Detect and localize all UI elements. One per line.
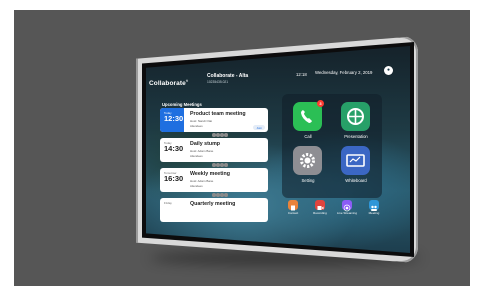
meeting-title: Weekly meeting bbox=[190, 171, 230, 177]
room-name: Collaborate - Alta bbox=[207, 73, 249, 79]
presentation-label: Presentation bbox=[344, 134, 368, 139]
meeting-day: Friday bbox=[164, 201, 172, 205]
meeting-attendees-label: Attendees bbox=[190, 154, 203, 158]
meeting-title: Quarterly meeting bbox=[190, 201, 236, 207]
whiteboard-label: Whiteboard bbox=[345, 178, 367, 183]
meeting-card[interactable]: Friday Quarterly meeting bbox=[160, 198, 268, 222]
upcoming-meetings-heading: Upcoming Meetings bbox=[162, 102, 202, 107]
setting-label: Setting bbox=[301, 178, 315, 183]
meeting-button[interactable] bbox=[369, 200, 379, 211]
meeting-attendees-label: Attendees bbox=[190, 184, 203, 188]
call-notification-badge: 3 bbox=[317, 100, 324, 107]
clock-time: 12:18 bbox=[296, 72, 307, 77]
meeting-time: 14:30 bbox=[164, 144, 184, 153]
join-button[interactable]: Join bbox=[253, 125, 265, 130]
meeting-card[interactable]: Today 14:30 Daily stump Host: Adam Bane … bbox=[160, 138, 268, 167]
meeting-title: Product team meeting bbox=[190, 111, 246, 117]
meeting-host: Host: Nandi Otai bbox=[190, 119, 213, 123]
quick-actions-panel: 3 Call Presentation Setting Whiteboard bbox=[282, 94, 382, 198]
meeting-attendees-label: Attendees bbox=[190, 124, 203, 128]
current-date: Wednesday, February 2, 2019 bbox=[315, 70, 373, 75]
contact-label: Contact bbox=[287, 211, 299, 215]
presentation-icon bbox=[347, 108, 364, 125]
contact-button[interactable] bbox=[288, 200, 298, 211]
recording-label: Recording bbox=[313, 211, 327, 215]
user-button[interactable]: ● bbox=[384, 66, 393, 75]
meeting-host: Host: Adam Bane bbox=[190, 149, 214, 153]
call-label: Call bbox=[304, 134, 312, 139]
presentation-button[interactable] bbox=[341, 102, 370, 131]
meeting-host: Host: Adam Bane bbox=[190, 179, 214, 183]
call-button[interactable]: 3 bbox=[293, 100, 324, 131]
setting-button[interactable] bbox=[293, 146, 322, 175]
live-streaming-label: Live Streaming bbox=[336, 211, 357, 215]
whiteboard-button[interactable] bbox=[341, 146, 370, 175]
recording-button[interactable] bbox=[315, 200, 325, 210]
meeting-time: 12:30 bbox=[164, 114, 184, 123]
meeting-card[interactable]: Tomorrow 16:30 Weekly meeting Host: Adam… bbox=[160, 168, 268, 197]
whiteboard-icon bbox=[346, 154, 365, 167]
gear-icon bbox=[300, 153, 315, 168]
meeting-time: 16:30 bbox=[164, 174, 184, 183]
meeting-title: Daily stump bbox=[190, 141, 221, 147]
live-streaming-button[interactable] bbox=[342, 200, 352, 212]
tablet-screen: Collaborate® Collaborate - Alta 10235435… bbox=[146, 46, 410, 253]
room-id: 10235435.021 bbox=[207, 80, 229, 84]
app-logo: Collaborate® bbox=[149, 79, 189, 88]
meeting-card[interactable]: Today 12:30 Product team meeting Host: N… bbox=[160, 108, 268, 137]
meeting-label: Meeting bbox=[368, 211, 380, 215]
user-icon: ● bbox=[386, 67, 391, 73]
